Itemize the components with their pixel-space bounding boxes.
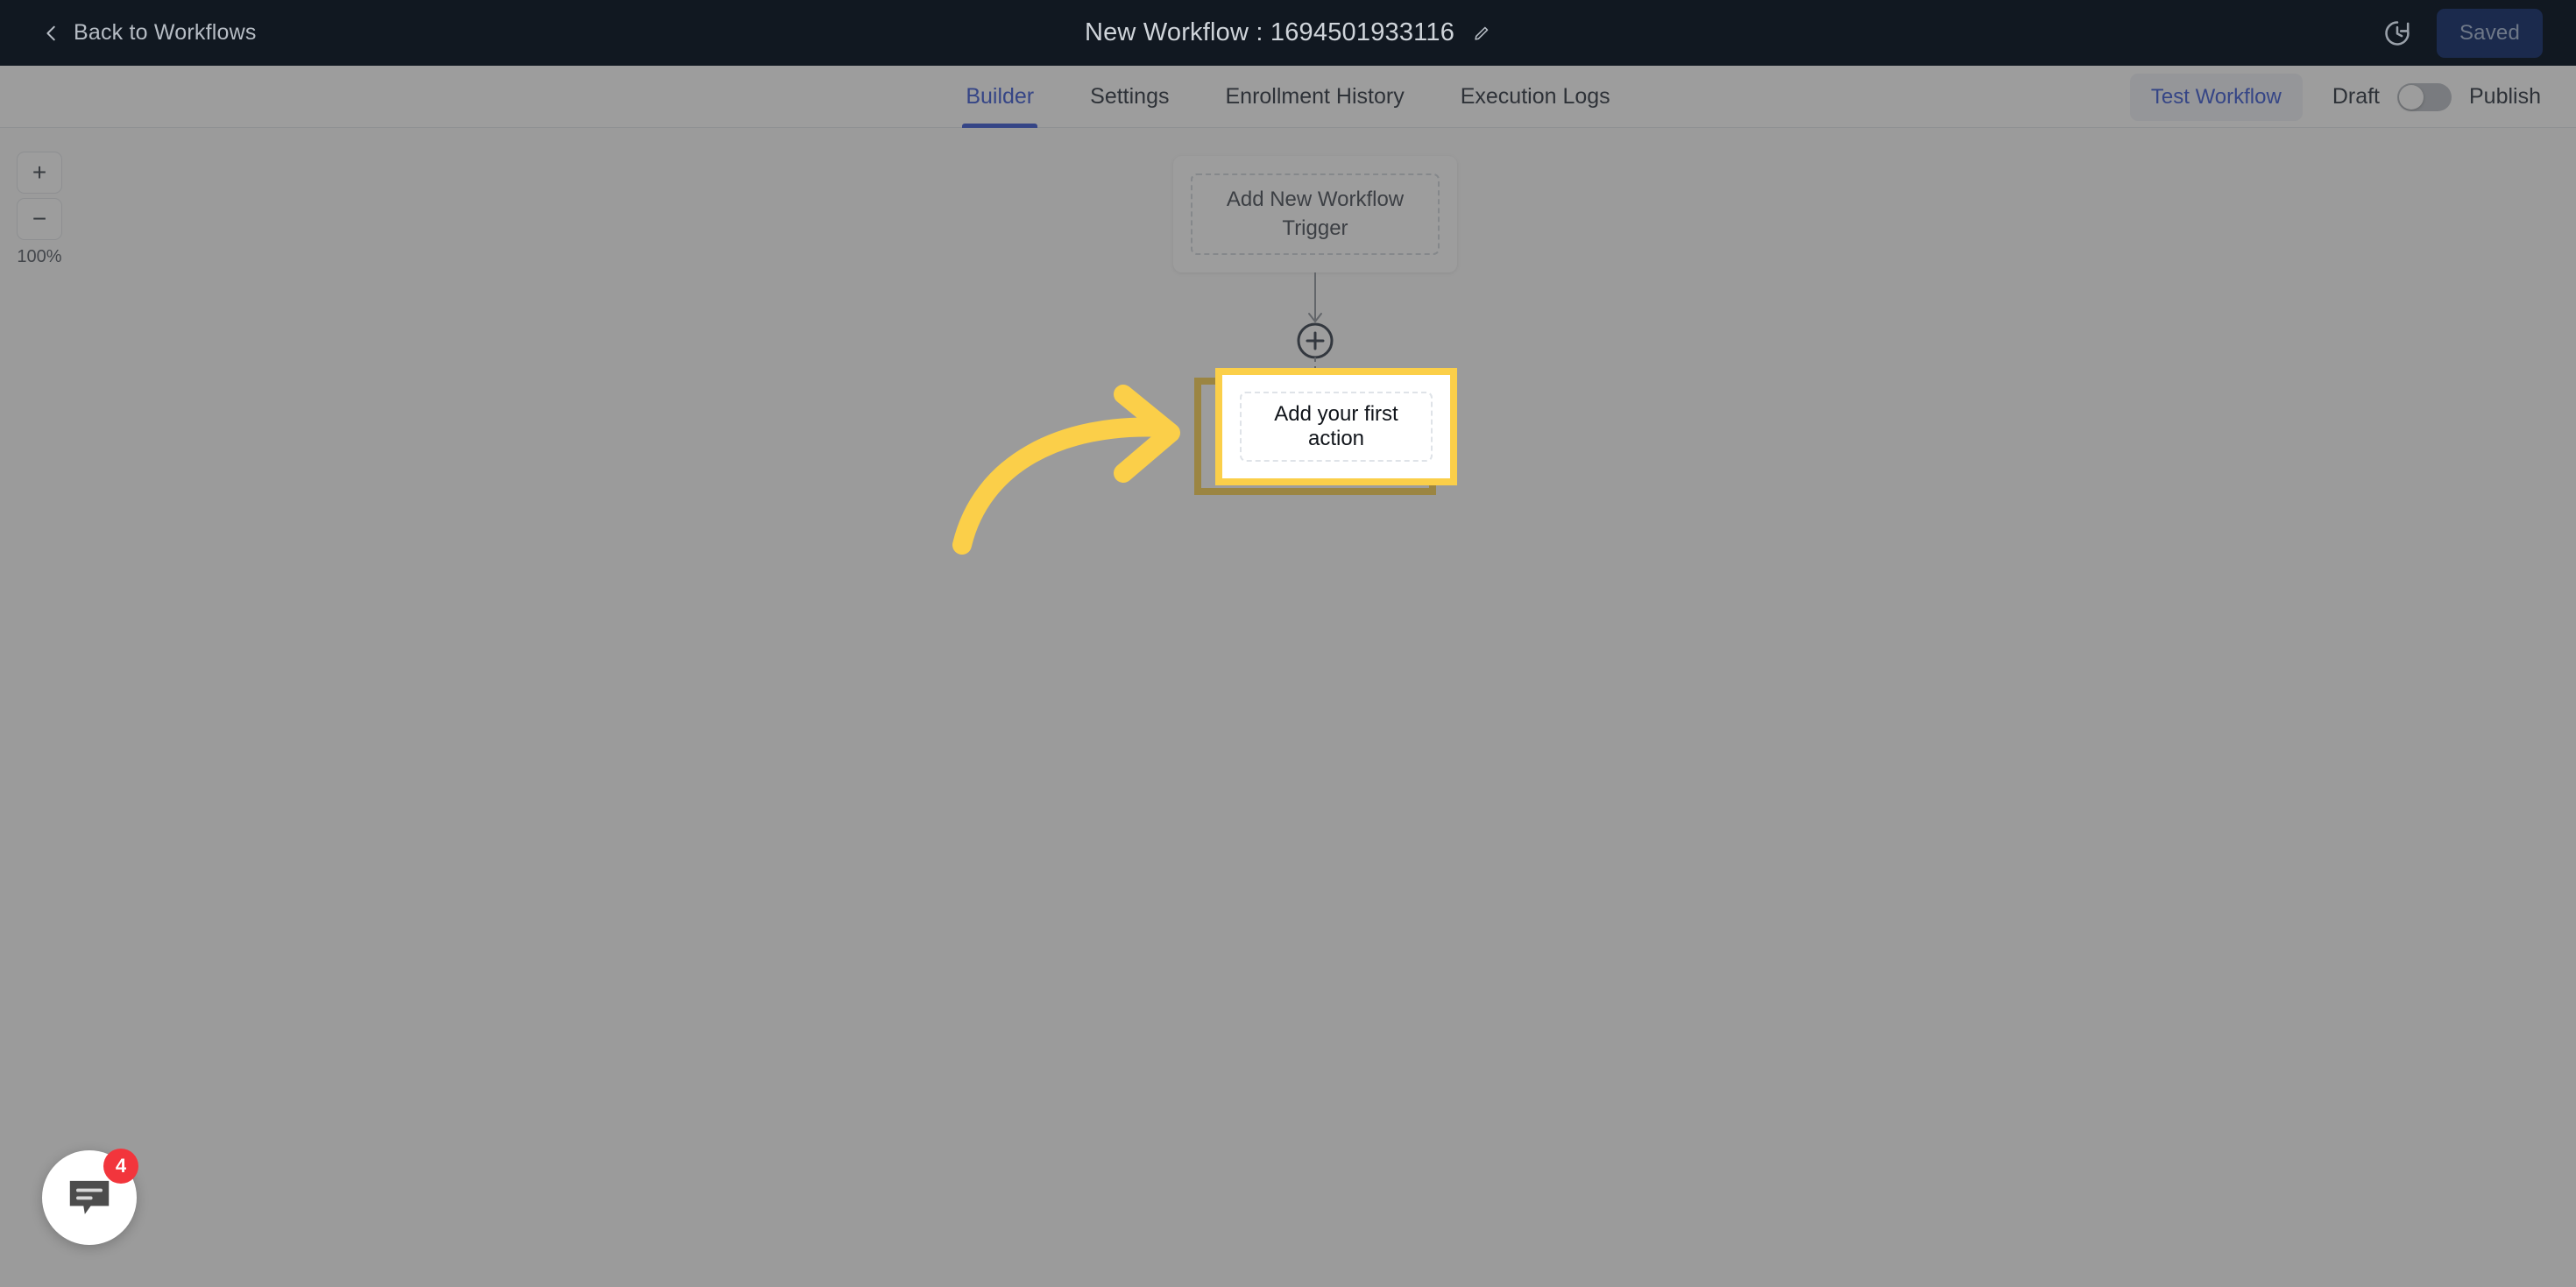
tab-settings-label: Settings <box>1090 83 1170 109</box>
header-actions: Saved <box>2382 0 2543 66</box>
back-to-workflows-label: Back to Workflows <box>74 20 257 45</box>
trigger-to-action-connector <box>1173 272 1457 378</box>
tab-execution-logs[interactable]: Execution Logs <box>1457 66 1614 128</box>
connector-graphic <box>1297 272 1334 378</box>
action-empty-slot[interactable]: Add your first action <box>1240 392 1433 462</box>
workflow-trigger-node[interactable]: Add New Workflow Trigger <box>1173 156 1457 273</box>
zoom-in-icon: + <box>32 159 47 186</box>
canvas-zoom-controls: + − 100% <box>12 152 67 267</box>
tab-execution-logs-label: Execution Logs <box>1460 83 1610 109</box>
test-workflow-button[interactable]: Test Workflow <box>2129 73 2303 121</box>
workflow-tab-bar: Builder Settings Enrollment History Exec… <box>0 66 2576 128</box>
tab-enrollment-history[interactable]: Enrollment History <box>1221 66 1407 128</box>
publish-label: Publish <box>2469 84 2541 109</box>
tab-builder[interactable]: Builder <box>962 66 1037 128</box>
workflow-canvas[interactable]: + − 100% Add New Workflow Trigger <box>0 128 2576 1287</box>
zoom-out-button[interactable]: − <box>17 198 62 240</box>
first-action-node-highlighted[interactable]: Add your first action <box>1215 368 1457 485</box>
tab-enrollment-history-label: Enrollment History <box>1225 83 1405 109</box>
top-header-bar: Back to Workflows New Workflow : 1694501… <box>0 0 2576 66</box>
tab-builder-label: Builder <box>966 83 1035 109</box>
back-to-workflows-link[interactable]: Back to Workflows <box>42 20 257 46</box>
draft-label: Draft <box>2332 84 2380 109</box>
workflow-title-group: New Workflow : 1694501933116 <box>0 0 2576 66</box>
zoom-out-icon: − <box>32 205 47 232</box>
tabbar-actions: Test Workflow Draft Publish <box>2129 66 2541 128</box>
tab-list: Builder Settings Enrollment History Exec… <box>962 66 1613 128</box>
publish-toggle[interactable] <box>2397 82 2452 111</box>
clock-history-icon[interactable] <box>2382 18 2412 48</box>
workflow-title: New Workflow : 1694501933116 <box>1084 18 1455 46</box>
tab-settings[interactable]: Settings <box>1086 66 1172 128</box>
chat-unread-badge: 4 <box>103 1149 138 1184</box>
zoom-level-label: 100% <box>17 247 62 266</box>
workflow-builder-page: Back to Workflows New Workflow : 1694501… <box>0 0 2576 1287</box>
trigger-node-label: Add New Workflow Trigger <box>1226 187 1405 240</box>
trigger-empty-slot[interactable]: Add New Workflow Trigger <box>1191 173 1440 256</box>
publish-toggle-group: Draft Publish <box>2332 82 2541 111</box>
first-action-node-inner: Add your first action <box>1222 375 1450 478</box>
saved-status-button[interactable]: Saved <box>2436 8 2543 58</box>
zoom-in-button[interactable]: + <box>17 152 62 194</box>
pencil-icon[interactable] <box>1472 24 1491 43</box>
chat-launcher[interactable]: 4 <box>42 1149 138 1245</box>
chevron-left-icon <box>46 25 55 40</box>
publish-toggle-knob <box>2399 84 2424 110</box>
action-node-label: Add your first action <box>1274 402 1398 450</box>
